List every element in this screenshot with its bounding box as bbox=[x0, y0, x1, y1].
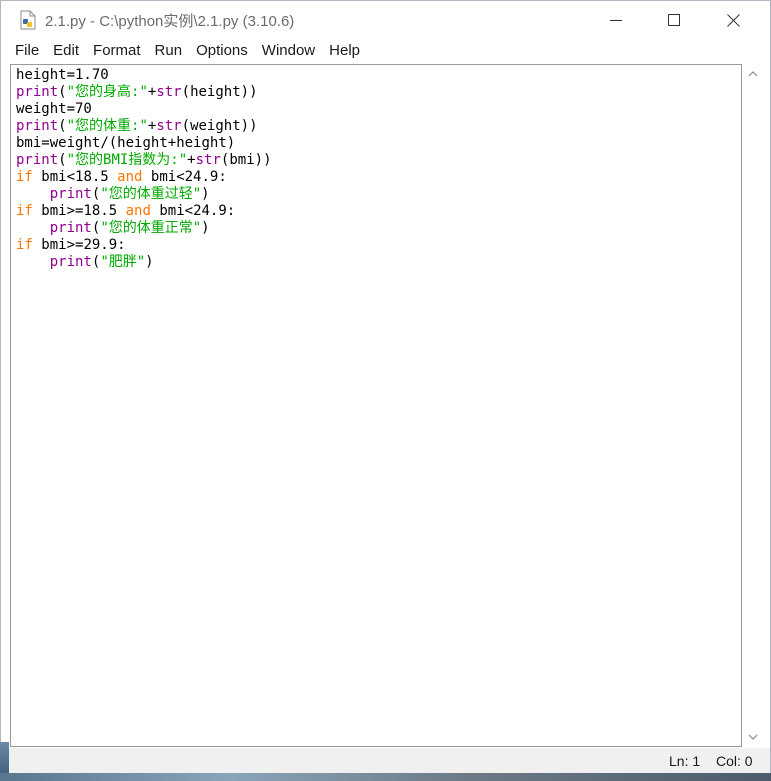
close-icon bbox=[726, 13, 740, 27]
menu-run[interactable]: Run bbox=[148, 39, 190, 63]
python-file-icon bbox=[19, 10, 37, 30]
scroll-down-button[interactable] bbox=[742, 727, 763, 747]
code-line[interactable]: print("您的体重正常") bbox=[16, 220, 272, 237]
maximize-icon bbox=[668, 14, 680, 26]
vertical-scrollbar[interactable] bbox=[742, 64, 763, 747]
status-column-number: Col: 0 bbox=[716, 753, 753, 769]
maximize-button[interactable] bbox=[645, 1, 703, 39]
code-line[interactable]: print("肥胖") bbox=[16, 254, 272, 271]
code-line[interactable]: weight=70 bbox=[16, 101, 272, 118]
menu-bar: File Edit Format Run Options Window Help bbox=[1, 39, 770, 63]
menu-options[interactable]: Options bbox=[189, 39, 255, 63]
idle-editor-window: 2.1.py - C:\python实例\2.1.py (3.10.6) Fil… bbox=[0, 0, 771, 781]
code-line[interactable]: if bmi>=18.5 and bmi<24.9: bbox=[16, 203, 272, 220]
code-line[interactable]: print("您的体重过轻") bbox=[16, 186, 272, 203]
minimize-icon bbox=[610, 20, 622, 21]
code-line[interactable]: print("您的身高:"+str(height)) bbox=[16, 84, 272, 101]
menu-format[interactable]: Format bbox=[86, 39, 148, 63]
code-text-area[interactable]: height=1.70 print("您的身高:"+str(height)) wei… bbox=[16, 67, 272, 271]
code-line[interactable]: print("您的BMI指数为:"+str(bmi)) bbox=[16, 152, 272, 169]
desktop-background-bottom bbox=[0, 773, 771, 781]
close-button[interactable] bbox=[704, 1, 762, 39]
minimize-button[interactable] bbox=[587, 1, 645, 39]
code-line[interactable]: bmi=weight/(height+height) bbox=[16, 135, 272, 152]
code-line[interactable]: print("您的体重:"+str(weight)) bbox=[16, 118, 272, 135]
scroll-up-button[interactable] bbox=[742, 64, 763, 84]
chevron-up-icon bbox=[748, 71, 757, 77]
window-title: 2.1.py - C:\python实例\2.1.py (3.10.6) bbox=[45, 13, 295, 30]
title-bar[interactable]: 2.1.py - C:\python实例\2.1.py (3.10.6) bbox=[1, 1, 770, 39]
code-editor[interactable]: height=1.70 print("您的身高:"+str(height)) wei… bbox=[10, 64, 742, 747]
code-line[interactable]: if bmi<18.5 and bmi<24.9: bbox=[16, 169, 272, 186]
code-line[interactable]: if bmi>=29.9: bbox=[16, 237, 272, 254]
status-line-number: Ln: 1 bbox=[669, 753, 701, 769]
menu-help[interactable]: Help bbox=[322, 39, 367, 63]
menu-edit[interactable]: Edit bbox=[46, 39, 86, 63]
chevron-down-icon bbox=[748, 734, 757, 740]
menu-file[interactable]: File bbox=[8, 39, 46, 63]
status-bar: Ln: 1 Col: 0 bbox=[1, 748, 770, 774]
menu-window[interactable]: Window bbox=[255, 39, 322, 63]
code-line[interactable]: height=1.70 bbox=[16, 67, 272, 84]
